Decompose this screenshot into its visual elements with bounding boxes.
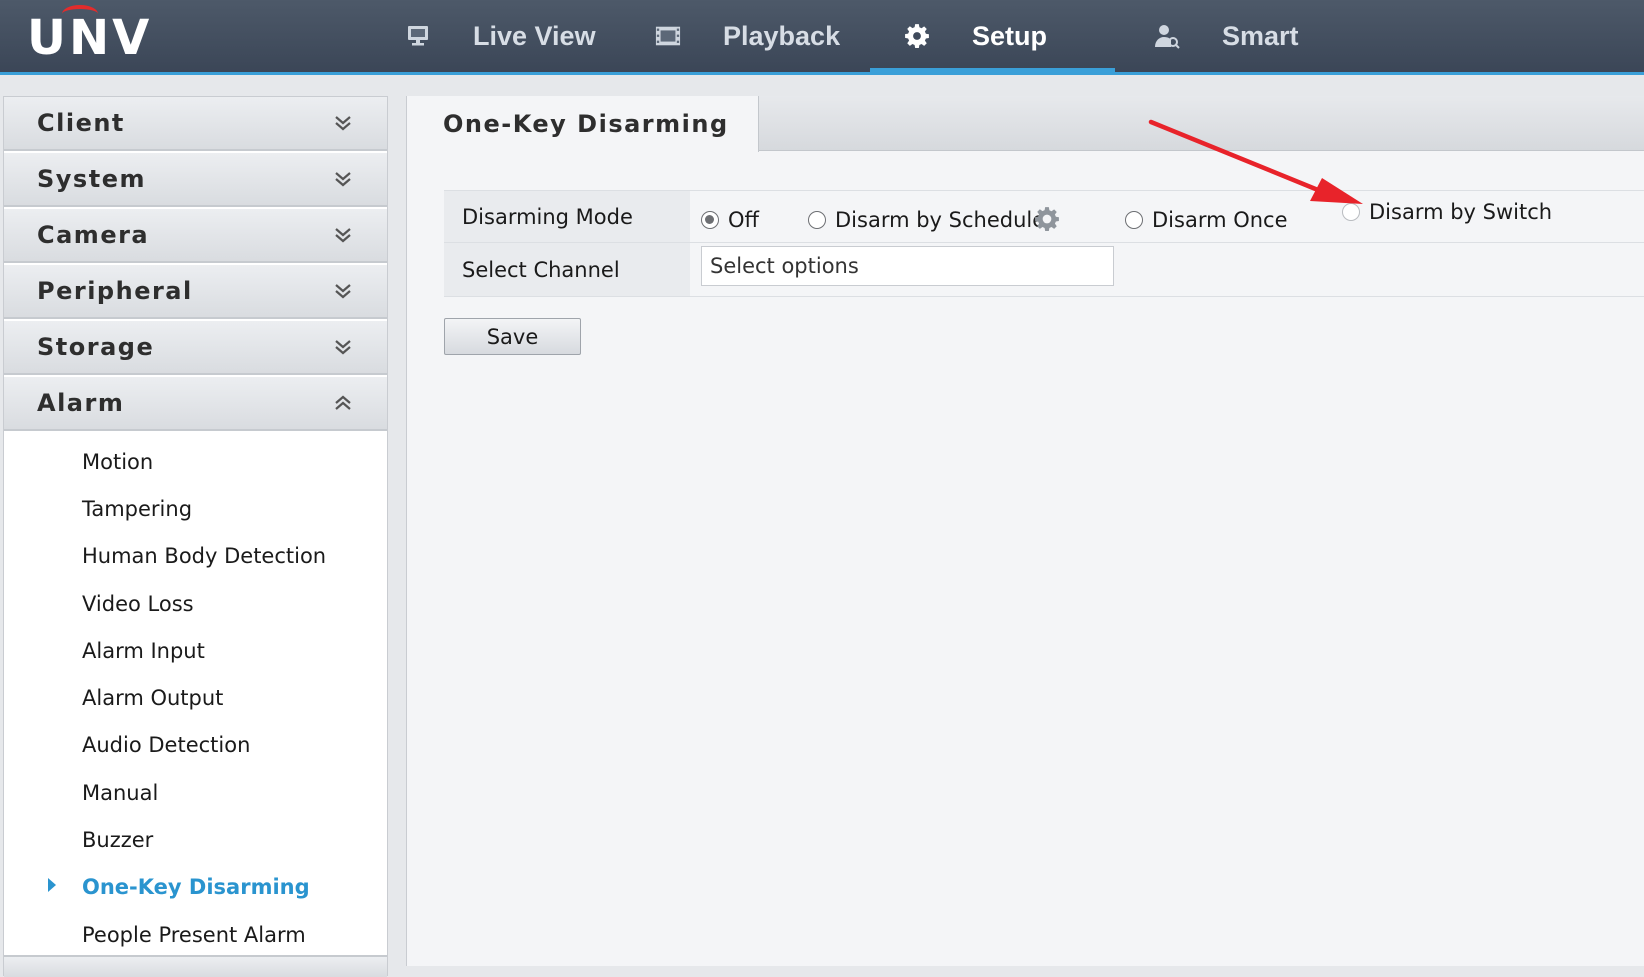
nav-playback-label: Playback (723, 20, 841, 51)
sidebar-item-label: People Present Alarm (82, 922, 306, 947)
chevron-up-icon (335, 395, 351, 410)
sidebar-item-label: One-Key Disarming (82, 875, 310, 900)
sidebar-item-buzzer[interactable]: Buzzer (4, 816, 387, 863)
nav-smart-label: Smart (1222, 20, 1299, 51)
sidebar-item-label: Manual (82, 780, 159, 805)
sidebar-section-peripheral[interactable]: Peripheral (4, 265, 387, 319)
sidebar-section-label: Peripheral (37, 277, 193, 305)
radio-disarm-once[interactable]: Disarm Once (1125, 208, 1288, 232)
sidebar-item-audio-detection[interactable]: Audio Detection (4, 722, 387, 769)
tab-one-key-disarming[interactable]: One-Key Disarming (407, 96, 759, 152)
sidebar-item-alarm-output[interactable]: Alarm Output (4, 674, 387, 721)
main-content-panel: One-Key Disarming Disarming Mode Off Dis… (406, 96, 1644, 966)
sidebar-item-label: Alarm Output (82, 686, 224, 711)
chevron-down-icon (335, 116, 351, 131)
sidebar-section-system[interactable]: System (4, 153, 387, 207)
nav-setup-label: Setup (972, 20, 1048, 51)
sidebar-next-section-edge (4, 955, 387, 977)
radio-off[interactable]: Off (701, 208, 759, 232)
radio-label: Off (728, 208, 759, 232)
radio-disarm-by-schedule[interactable]: Disarm by Schedule (808, 208, 1045, 232)
sidebar-section-storage[interactable]: Storage (4, 321, 387, 375)
radio-label: Disarm by Switch (1369, 200, 1553, 224)
sidebar-item-label: Buzzer (82, 828, 154, 853)
sidebar-item-manual[interactable]: Manual (4, 769, 387, 816)
sidebar-item-label: Video Loss (82, 591, 194, 616)
radio-label: Disarm by Schedule (835, 208, 1046, 232)
schedule-settings-gear-icon[interactable] (1030, 206, 1060, 236)
sidebar-item-label: Human Body Detection (82, 544, 327, 569)
monitor-icon (405, 23, 431, 49)
sidebar-section-camera[interactable]: Camera (4, 209, 387, 263)
sidebar-section-label: Client (37, 109, 125, 137)
person-search-icon (1154, 23, 1180, 49)
sidebar-section-client[interactable]: Client (4, 97, 387, 151)
sidebar-item-motion[interactable]: Motion (4, 438, 387, 485)
sidebar-section-label: System (37, 165, 146, 193)
nav-live-view[interactable]: Live View (405, 0, 596, 72)
select-channel-dropdown[interactable]: Select options (701, 246, 1114, 286)
sidebar-section-alarm[interactable]: Alarm (4, 377, 387, 431)
chevron-down-icon (335, 284, 351, 299)
sidebar-item-label: Audio Detection (82, 733, 251, 758)
disarming-mode-label: Disarming Mode (444, 191, 690, 242)
save-button[interactable]: Save (444, 318, 581, 355)
top-navigation-bar: UNV Live View Playback Setup Smart (0, 0, 1644, 75)
sidebar-item-label: Motion (82, 449, 154, 474)
nav-smart[interactable]: Smart (1154, 0, 1299, 72)
active-item-marker-icon (48, 877, 56, 892)
disarming-mode-options: Off Disarm by Schedule Disarm Once Disar… (690, 191, 1644, 242)
sidebar-section-label: Alarm (37, 389, 125, 417)
sidebar-section-label: Storage (37, 333, 155, 361)
chevron-down-icon (335, 340, 351, 355)
disarming-mode-row: Disarming Mode Off Disarm by Schedule Di… (444, 190, 1644, 243)
nav-setup[interactable]: Setup (869, 0, 1116, 72)
gear-icon (904, 23, 930, 49)
select-channel-field-wrap: Select options (690, 243, 1644, 296)
select-channel-label: Select Channel (444, 243, 690, 296)
radio-label: Disarm Once (1152, 208, 1288, 232)
radio-indicator (701, 211, 719, 229)
sidebar-item-human-body-detection[interactable]: Human Body Detection (4, 533, 387, 580)
radio-indicator (808, 211, 826, 229)
sidebar-item-people-present-alarm[interactable]: People Present Alarm (4, 911, 387, 958)
brand-logo-text: UNV (27, 10, 153, 66)
tab-title: One-Key Disarming (443, 110, 729, 138)
sidebar-item-alarm-input[interactable]: Alarm Input (4, 627, 387, 674)
sidebar-item-label: Tampering (82, 496, 193, 521)
alarm-submenu: Motion Tampering Human Body Detection Vi… (4, 433, 387, 958)
chevron-down-icon (335, 228, 351, 243)
sidebar-item-tampering[interactable]: Tampering (4, 485, 387, 532)
radio-indicator (1125, 211, 1143, 229)
sidebar-menu: Client System Camera Peripheral Storage … (3, 96, 388, 977)
sidebar-section-label: Camera (37, 221, 150, 249)
brand-logo: UNV (27, 10, 152, 66)
film-icon (655, 23, 681, 49)
select-channel-row: Select Channel Select options (444, 243, 1644, 297)
radio-disarm-by-switch[interactable]: Disarm by Switch (1342, 200, 1552, 224)
sidebar-item-label: Alarm Input (82, 638, 205, 663)
nav-live-view-label: Live View (473, 20, 596, 51)
chevron-down-icon (335, 172, 351, 187)
sidebar-item-one-key-disarming[interactable]: One-Key Disarming (4, 864, 387, 911)
nav-playback[interactable]: Playback (655, 0, 840, 72)
sidebar-item-video-loss[interactable]: Video Loss (4, 580, 387, 627)
radio-indicator (1342, 203, 1360, 221)
select-channel-placeholder: Select options (710, 254, 859, 278)
